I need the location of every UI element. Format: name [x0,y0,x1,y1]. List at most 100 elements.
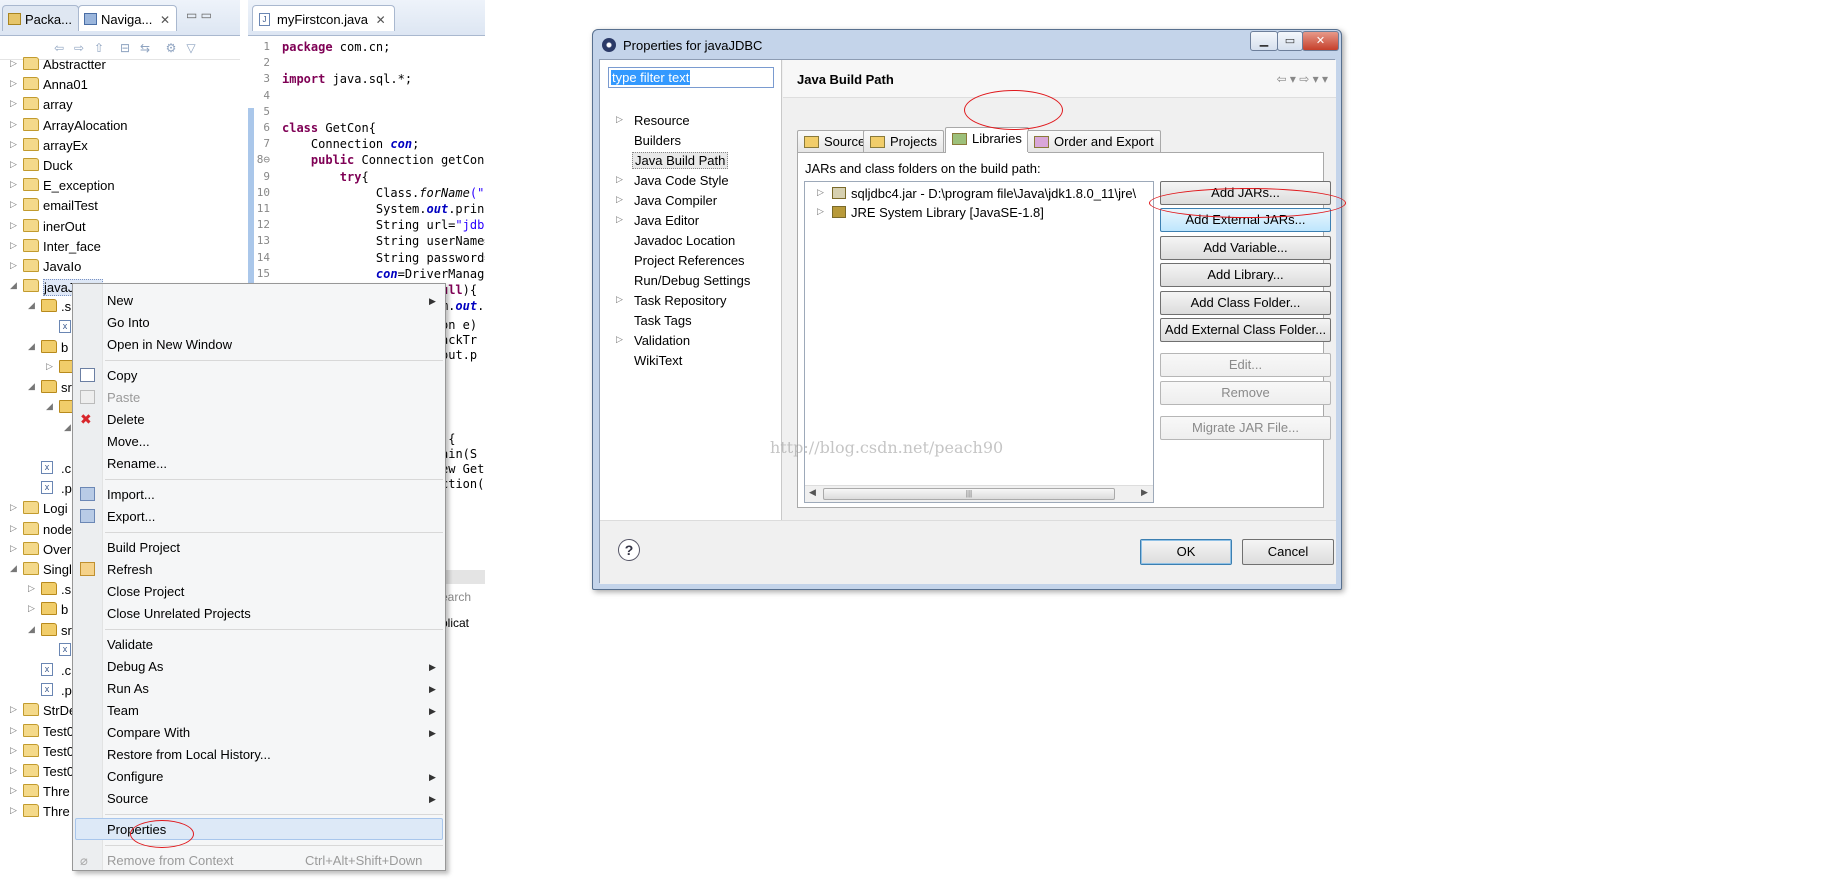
collapsed-twisty-icon[interactable]: ▷ [28,583,38,594]
property-page-java-code-style[interactable]: ▷ Java Code Style [608,171,778,191]
expanded-twisty-icon[interactable]: ◢ [10,563,20,574]
collapsed-twisty-icon[interactable]: ▷ [616,114,623,125]
property-page-java-editor[interactable]: ▷ Java Editor [608,211,778,231]
ok-button[interactable]: OK [1140,539,1232,565]
expanded-twisty-icon[interactable]: ◢ [28,381,38,392]
cancel-button[interactable]: Cancel [1242,539,1334,565]
collapsed-twisty-icon[interactable]: ▷ [10,159,20,170]
add-class-folder-button[interactable]: Add Class Folder... [1160,291,1331,315]
collapse-all-icon[interactable]: ⊟ [118,42,132,54]
collapsed-twisty-icon[interactable]: ▷ [28,603,38,614]
tree-item[interactable]: ▷ Inter_face [0,236,240,256]
tab-source[interactable]: Source [797,130,873,152]
tree-item[interactable]: ▷ Abstractter [0,54,240,74]
expanded-twisty-icon[interactable]: ◢ [28,341,38,352]
property-page-wikitext[interactable]: WikiText [608,351,778,371]
menu-item-delete[interactable]: Delete [107,412,145,427]
horizontal-scrollbar[interactable]: ◀ ||| ▶ [805,485,1153,502]
add-external-jars-button[interactable]: Add External JARs... [1160,208,1331,232]
menu-item-source[interactable]: Source [107,791,148,806]
property-page-task-tags[interactable]: Task Tags [608,311,778,331]
help-button[interactable]: ? [618,539,640,561]
menu-item-restore-from-local-history[interactable]: Restore from Local History... [107,747,271,762]
tree-item[interactable]: ▷ E_exception [0,175,240,195]
back-arrow-icon[interactable]: ⇦ [52,42,66,54]
expanded-twisty-icon[interactable]: ◢ [28,300,38,311]
property-page-task-repository[interactable]: ▷ Task Repository [608,291,778,311]
collapsed-twisty-icon[interactable]: ▷ [817,187,824,198]
close-icon[interactable]: ✕ [160,13,170,27]
add-jars-button[interactable]: Add JARs... [1160,181,1331,205]
collapsed-twisty-icon[interactable]: ▷ [10,725,20,736]
menu-item-import[interactable]: Import... [107,487,155,502]
tree-item[interactable]: ▷ Duck [0,155,240,175]
tab-order-and-export[interactable]: Order and Export [1027,130,1161,152]
close-button[interactable]: ✕ [1302,31,1339,51]
filter-input[interactable]: type filter text [608,67,774,88]
collapsed-twisty-icon[interactable]: ▷ [10,805,20,816]
expanded-twisty-icon[interactable]: ◢ [10,280,20,291]
collapsed-twisty-icon[interactable]: ▷ [616,334,623,345]
collapsed-twisty-icon[interactable]: ▷ [10,139,20,150]
collapsed-twisty-icon[interactable]: ▷ [10,785,20,796]
collapsed-twisty-icon[interactable]: ▷ [10,260,20,271]
collapsed-twisty-icon[interactable]: ▷ [817,206,824,217]
collapsed-twisty-icon[interactable]: ▷ [10,220,20,231]
minimize-button[interactable]: ▁ [1250,31,1278,51]
collapsed-twisty-icon[interactable]: ▷ [46,361,56,372]
tab-navigator[interactable]: Naviga... ✕ [78,5,177,31]
page-navigation-arrows[interactable]: ⇦ ▾ ⇨ ▾ ▾ [1276,72,1328,86]
menu-item-configure[interactable]: Configure [107,769,163,784]
collapsed-twisty-icon[interactable]: ▷ [10,179,20,190]
menu-item-team[interactable]: Team [107,703,139,718]
view-minimize-maximize-icons[interactable]: ▭ ▭ [186,8,212,22]
menu-item-debug-as[interactable]: Debug As [107,659,163,674]
collapsed-twisty-icon[interactable]: ▷ [10,58,20,69]
filter-icon[interactable]: ⚙ [164,42,178,54]
menu-item-open-in-new-window[interactable]: Open in New Window [107,337,232,352]
tab-libraries[interactable]: Libraries [945,127,1029,153]
collapsed-twisty-icon[interactable]: ▷ [616,174,623,185]
tree-item[interactable]: ▷ inerOut [0,216,240,236]
property-page-project-references[interactable]: Project References [608,251,778,271]
menu-item-export[interactable]: Export... [107,509,155,524]
property-page-java-build-path[interactable]: Java Build Path [608,151,778,171]
menu-item-move[interactable]: Move... [107,434,150,449]
collapsed-twisty-icon[interactable]: ▷ [10,240,20,251]
menu-item-properties[interactable]: Properties [107,822,166,837]
menu-item-validate[interactable]: Validate [107,637,153,652]
collapsed-twisty-icon[interactable]: ▷ [10,704,20,715]
collapsed-twisty-icon[interactable]: ▷ [616,294,623,305]
tree-item[interactable]: ▷ JavaIo [0,256,240,276]
property-page-java-compiler[interactable]: ▷ Java Compiler [608,191,778,211]
link-with-editor-icon[interactable]: ⇆ [138,42,152,54]
close-icon[interactable]: ✕ [376,13,386,27]
tree-item[interactable]: ▷ emailTest [0,195,240,215]
add-library-button[interactable]: Add Library... [1160,263,1331,287]
tab-projects[interactable]: Projects [863,130,944,152]
menu-item-new[interactable]: New [107,293,133,308]
up-folder-icon[interactable]: ⇧ [92,42,106,54]
scroll-right-icon[interactable]: ▶ [1141,487,1148,498]
menu-item-rename[interactable]: Rename... [107,456,167,471]
tab-package-explorer[interactable]: Packa... [2,5,79,31]
expanded-twisty-icon[interactable]: ◢ [28,624,38,635]
menu-item-close-project[interactable]: Close Project [107,584,184,599]
scrollbar-thumb[interactable]: ||| [823,488,1115,500]
tree-item[interactable]: ▷ arrayEx [0,135,240,155]
tree-item[interactable]: ▷ ArrayAlocation [0,115,240,135]
collapsed-twisty-icon[interactable]: ▷ [10,765,20,776]
menu-item-build-project[interactable]: Build Project [107,540,180,555]
menu-item-refresh[interactable]: Refresh [107,562,153,577]
collapsed-twisty-icon[interactable]: ▷ [10,502,20,513]
collapsed-twisty-icon[interactable]: ▷ [10,523,20,534]
view-menu-icon[interactable]: ▽ [184,42,198,54]
property-page-validation[interactable]: ▷ Validation [608,331,778,351]
collapsed-twisty-icon[interactable]: ▷ [10,543,20,554]
collapsed-twisty-icon[interactable]: ▷ [616,214,623,225]
collapsed-twisty-icon[interactable]: ▷ [616,194,623,205]
menu-item-go-into[interactable]: Go Into [107,315,150,330]
menu-item-close-unrelated-projects[interactable]: Close Unrelated Projects [107,606,251,621]
collapsed-twisty-icon[interactable]: ▷ [10,119,20,130]
menu-item-run-as[interactable]: Run As [107,681,149,696]
